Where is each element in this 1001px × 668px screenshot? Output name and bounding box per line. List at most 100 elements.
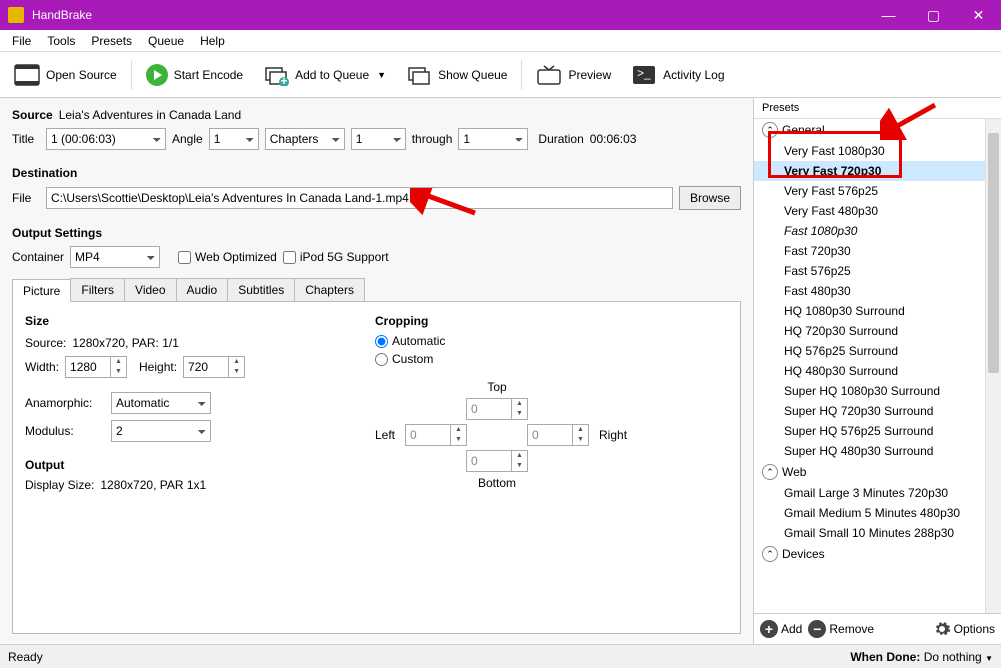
tab-audio[interactable]: Audio (176, 278, 229, 301)
start-encode-label: Start Encode (174, 68, 243, 82)
queue-add-icon: + (263, 64, 289, 86)
terminal-icon: >_ (631, 64, 657, 86)
menu-help[interactable]: Help (192, 32, 233, 50)
maximize-button[interactable]: ▢ (911, 0, 956, 30)
preset-item[interactable]: Very Fast 480p30 (754, 201, 1001, 221)
tab-picture[interactable]: Picture (12, 279, 71, 302)
source-label: Source (12, 108, 53, 122)
duration-label: Duration (538, 132, 583, 146)
gear-icon (933, 620, 951, 638)
add-to-queue-button[interactable]: + Add to Queue ▼ (257, 60, 392, 90)
preset-group-web[interactable]: ⌃Web (754, 461, 1001, 483)
menu-tools[interactable]: Tools (39, 32, 83, 50)
chapter-to-select[interactable]: 1 (458, 128, 528, 150)
preset-item[interactable]: Super HQ 576p25 Surround (754, 421, 1001, 441)
container-select[interactable]: MP4 (70, 246, 160, 268)
svg-text:>_: >_ (637, 66, 651, 80)
cropping-label: Cropping (375, 314, 627, 328)
preset-item[interactable]: HQ 576p25 Surround (754, 341, 1001, 361)
file-input[interactable] (46, 187, 673, 209)
svg-text:+: + (281, 74, 288, 86)
preset-item[interactable]: Fast 480p30 (754, 281, 1001, 301)
preset-item[interactable]: Very Fast 576p25 (754, 181, 1001, 201)
crop-right-spinner[interactable]: ▲▼ (527, 424, 589, 446)
display-size-value: 1280x720, PAR 1x1 (100, 478, 206, 492)
preset-add-button[interactable]: +Add (760, 620, 802, 638)
activity-log-button[interactable]: >_ Activity Log (625, 60, 730, 90)
when-done-control[interactable]: When Done: Do nothing ▼ (850, 650, 993, 664)
tab-filters[interactable]: Filters (70, 278, 125, 301)
activity-log-label: Activity Log (663, 68, 724, 82)
source-value: Leia's Adventures in Canada Land (59, 108, 241, 122)
preset-item[interactable]: HQ 1080p30 Surround (754, 301, 1001, 321)
preset-group-devices[interactable]: ⌃Devices (754, 543, 1001, 565)
preset-item[interactable]: Gmail Medium 5 Minutes 480p30 (754, 503, 1001, 523)
menubar: File Tools Presets Queue Help (0, 30, 1001, 52)
tab-chapters[interactable]: Chapters (294, 278, 365, 301)
queue-icon (406, 64, 432, 86)
preset-item[interactable]: Super HQ 1080p30 Surround (754, 381, 1001, 401)
preview-button[interactable]: Preview (530, 60, 617, 90)
show-queue-label: Show Queue (438, 68, 507, 82)
toolbar: Open Source Start Encode + Add to Queue … (0, 52, 1001, 98)
preset-options-button[interactable]: Options (933, 620, 995, 638)
browse-button[interactable]: Browse (679, 186, 741, 210)
angle-select[interactable]: 1 (209, 128, 259, 150)
crop-bottom-spinner[interactable]: ▲▼ (466, 450, 528, 472)
presets-list[interactable]: ⌃General Very Fast 1080p30 Very Fast 720… (754, 119, 1001, 613)
scrollbar-thumb[interactable] (988, 133, 999, 373)
preset-item[interactable]: Fast 1080p30 (754, 221, 1001, 241)
destination-label: Destination (12, 166, 741, 180)
web-optimized-checkbox[interactable]: Web Optimized (178, 250, 277, 264)
height-spinner[interactable]: ▲▼ (183, 356, 245, 378)
ipod-support-checkbox[interactable]: iPod 5G Support (283, 250, 389, 264)
preset-item-selected[interactable]: Very Fast 720p30 (754, 161, 1001, 181)
preset-item[interactable]: Fast 576p25 (754, 261, 1001, 281)
close-button[interactable]: ✕ (956, 0, 1001, 30)
open-source-label: Open Source (46, 68, 117, 82)
preset-group-general[interactable]: ⌃General (754, 119, 1001, 141)
open-source-button[interactable]: Open Source (8, 60, 123, 90)
preset-item[interactable]: HQ 480p30 Surround (754, 361, 1001, 381)
tab-content-picture: Size Source: 1280x720, PAR: 1/1 Width: ▲… (12, 302, 741, 634)
preset-item[interactable]: Gmail Small 10 Minutes 288p30 (754, 523, 1001, 543)
scrollbar[interactable] (985, 119, 1001, 613)
preset-item[interactable]: Fast 720p30 (754, 241, 1001, 261)
cropping-automatic-radio[interactable]: Automatic (375, 334, 445, 348)
minus-icon: − (808, 620, 826, 638)
preset-item[interactable]: Very Fast 1080p30 (754, 141, 1001, 161)
title-select[interactable]: 1 (00:06:03) (46, 128, 166, 150)
modulus-select[interactable]: 2 (111, 420, 211, 442)
presets-footer: +Add −Remove Options (754, 613, 1001, 644)
preview-label: Preview (568, 68, 611, 82)
menu-presets[interactable]: Presets (83, 32, 140, 50)
tab-subtitles[interactable]: Subtitles (227, 278, 295, 301)
width-spinner[interactable]: ▲▼ (65, 356, 127, 378)
plus-icon: + (760, 620, 778, 638)
start-encode-button[interactable]: Start Encode (140, 60, 249, 90)
crop-top-spinner[interactable]: ▲▼ (466, 398, 528, 420)
crop-left-spinner[interactable]: ▲▼ (405, 424, 467, 446)
tv-icon (536, 64, 562, 86)
menu-queue[interactable]: Queue (140, 32, 192, 50)
range-type-select[interactable]: Chapters (265, 128, 345, 150)
cropping-custom-radio[interactable]: Custom (375, 352, 433, 366)
width-label: Width: (25, 360, 59, 374)
container-label: Container (12, 250, 64, 264)
preset-item[interactable]: Super HQ 480p30 Surround (754, 441, 1001, 461)
minimize-button[interactable]: — (866, 0, 911, 30)
chevron-up-icon: ⌃ (762, 546, 778, 562)
crop-top-label: Top (487, 380, 506, 394)
main-panel: Source Leia's Adventures in Canada Land … (0, 98, 753, 644)
show-queue-button[interactable]: Show Queue (400, 60, 513, 90)
tab-video[interactable]: Video (124, 278, 176, 301)
chapter-from-select[interactable]: 1 (351, 128, 406, 150)
preset-item[interactable]: HQ 720p30 Surround (754, 321, 1001, 341)
preset-item[interactable]: Super HQ 720p30 Surround (754, 401, 1001, 421)
film-icon (14, 64, 40, 86)
crop-left-label: Left (375, 428, 395, 442)
menu-file[interactable]: File (4, 32, 39, 50)
anamorphic-select[interactable]: Automatic (111, 392, 211, 414)
preset-remove-button[interactable]: −Remove (808, 620, 874, 638)
preset-item[interactable]: Gmail Large 3 Minutes 720p30 (754, 483, 1001, 503)
